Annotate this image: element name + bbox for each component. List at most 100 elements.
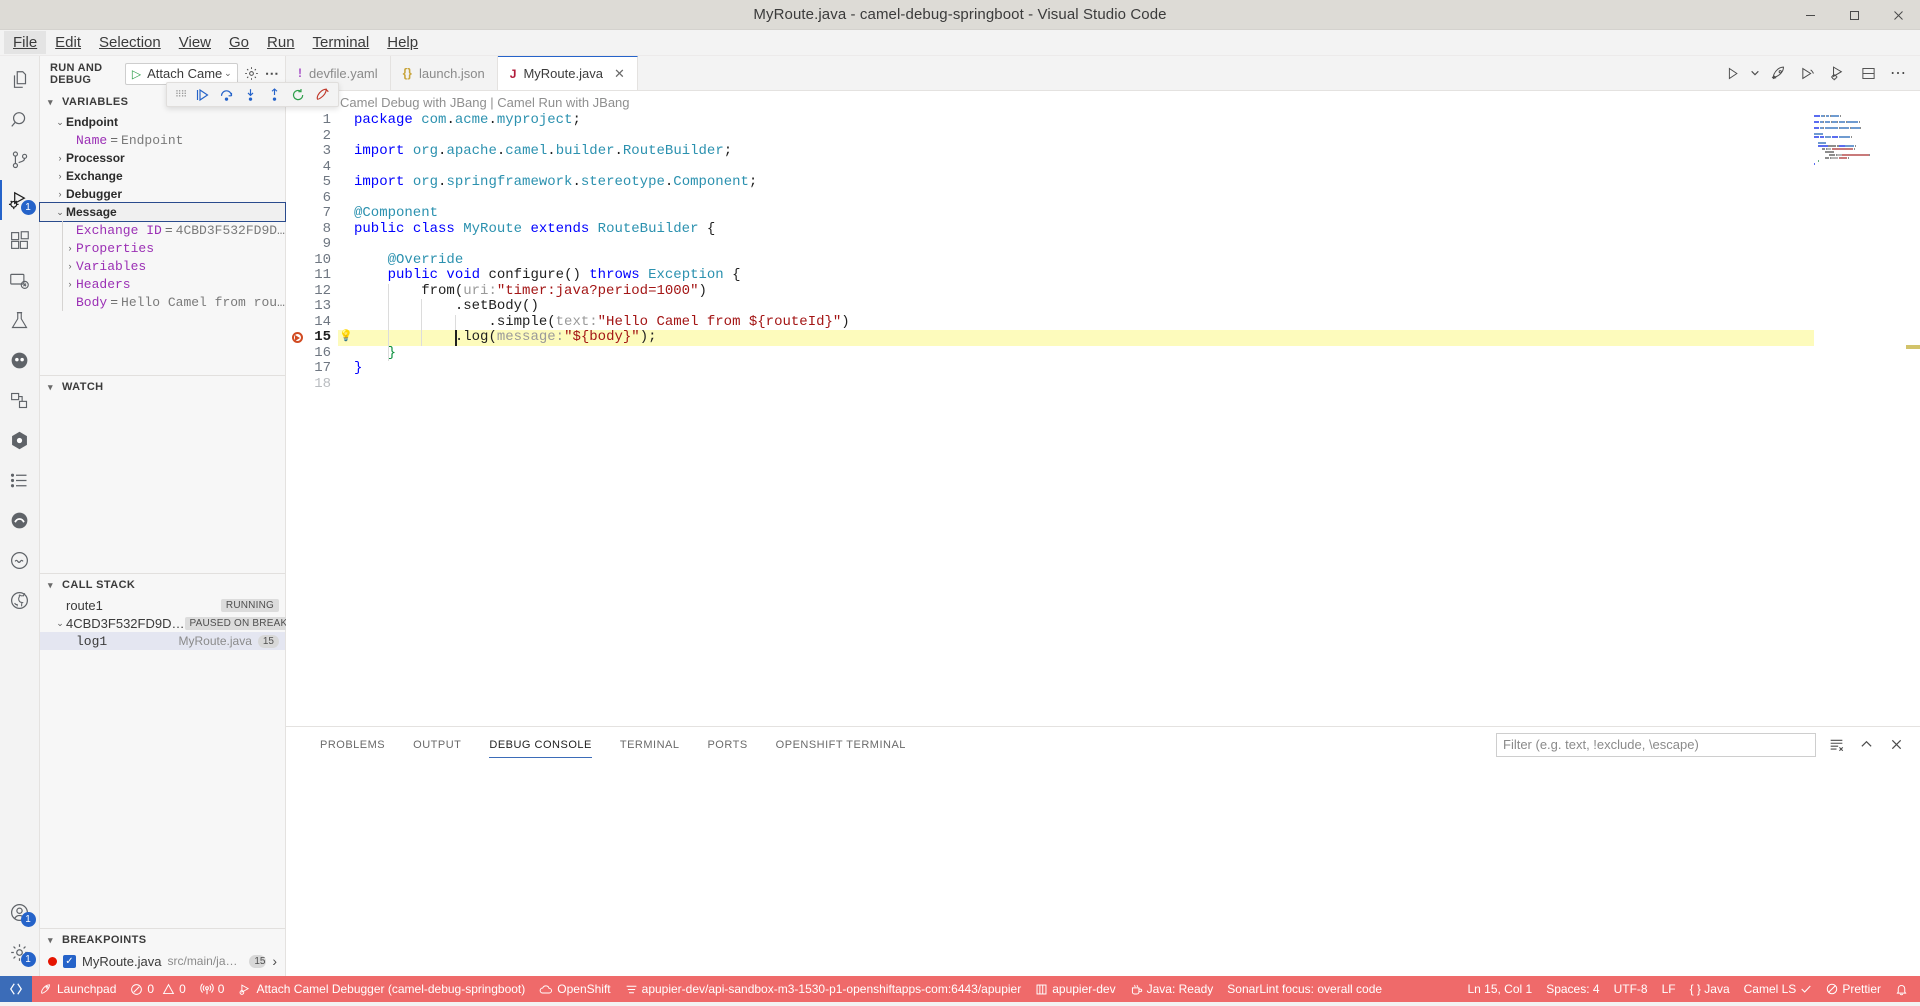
tab-ports[interactable]: PORTS xyxy=(693,727,761,762)
watch-section-header[interactable]: ▾ WATCH xyxy=(40,376,285,398)
glyph-margin-cell[interactable] xyxy=(286,299,308,315)
lightbulb-icon[interactable]: 💡 xyxy=(339,330,353,346)
menu-terminal[interactable]: Terminal xyxy=(304,31,379,54)
disconnect-button[interactable] xyxy=(315,88,330,102)
menu-selection[interactable]: Selection xyxy=(90,31,170,54)
glyph-margin-cell[interactable] xyxy=(286,237,308,253)
source-control-icon[interactable] xyxy=(0,140,40,180)
github-icon[interactable] xyxy=(0,580,40,620)
fold-cell[interactable] xyxy=(338,346,354,362)
encoding-status[interactable]: UTF-8 xyxy=(1607,976,1655,1002)
cursor-position[interactable]: Ln 15, Col 1 xyxy=(1460,976,1539,1002)
code-content[interactable]: package com.acme.myproject; import org.a… xyxy=(354,113,1920,726)
tab-output[interactable]: OUTPUT xyxy=(399,727,475,762)
debug-floating-toolbar[interactable]: ⠿⠿ xyxy=(166,82,339,107)
code-line[interactable]: from(uri:"timer:java?period=1000") xyxy=(354,284,1920,300)
chevron-right-icon[interactable]: › xyxy=(64,279,76,289)
callstack-section-header[interactable]: ▾ CALL STACK xyxy=(40,574,285,596)
copilot-icon[interactable] xyxy=(0,340,40,380)
glyph-margin-cell[interactable] xyxy=(286,113,308,129)
expand-breakpoints-icon[interactable]: › xyxy=(272,953,285,969)
fold-cell[interactable] xyxy=(338,377,354,393)
code-line[interactable]: .simple(text:"Hello Camel from ${routeId… xyxy=(354,315,1920,331)
run-button[interactable] xyxy=(1718,59,1746,87)
minimize-button[interactable] xyxy=(1788,0,1832,30)
openshift-icon[interactable] xyxy=(0,380,40,420)
glyph-margin-cell[interactable] xyxy=(286,253,308,269)
variable-row[interactable]: ›Processor xyxy=(40,149,285,167)
ports-status[interactable]: 0 xyxy=(193,976,232,1002)
fold-cell[interactable]: 💡 xyxy=(338,330,354,346)
code-line[interactable]: public void configure() throws Exception… xyxy=(354,268,1920,284)
glyph-margin-cell[interactable] xyxy=(286,315,308,331)
step-out-button[interactable] xyxy=(267,88,282,102)
glyph-margin-cell[interactable] xyxy=(286,191,308,207)
camel-ls-status[interactable]: Camel LS xyxy=(1737,976,1820,1002)
fold-cell[interactable] xyxy=(338,284,354,300)
code-line[interactable]: } xyxy=(354,361,1920,377)
java-status[interactable]: Java: Ready xyxy=(1123,976,1221,1002)
prettier-status[interactable]: Prettier xyxy=(1819,976,1888,1002)
more-actions-icon[interactable]: ⋯ xyxy=(1884,59,1912,87)
tab-terminal[interactable]: TERMINAL xyxy=(606,727,694,762)
chevron-right-icon[interactable]: › xyxy=(54,153,66,163)
filter-input[interactable]: Filter (e.g. text, !exclude, \escape) xyxy=(1496,733,1816,757)
menu-help[interactable]: Help xyxy=(378,31,427,54)
step-over-button[interactable] xyxy=(219,88,234,102)
code-line[interactable]: import org.springframework.stereotype.Co… xyxy=(354,175,1920,191)
glyph-margin-cell[interactable] xyxy=(286,284,308,300)
breakpoints-section-header[interactable]: ▾ BREAKPOINTS xyxy=(40,929,285,951)
glyph-margin-cell[interactable] xyxy=(286,330,308,346)
code-line[interactable]: @Override xyxy=(354,253,1920,269)
extensions-icon[interactable] xyxy=(0,220,40,260)
launchpad-status[interactable]: Launchpad xyxy=(32,976,123,1002)
restart-button[interactable] xyxy=(291,88,306,102)
cluster-status[interactable]: apupier-dev/api-sandbox-m3-1530-p1-opens… xyxy=(618,976,1029,1002)
call-stack-row[interactable]: route1RUNNING xyxy=(40,596,285,614)
kubernetes-icon[interactable] xyxy=(0,420,40,460)
fold-cell[interactable] xyxy=(338,175,354,191)
chevron-down-icon[interactable]: ⌄ xyxy=(54,207,66,218)
continue-button[interactable] xyxy=(195,88,210,102)
code-line[interactable]: import org.apache.camel.builder.RouteBui… xyxy=(354,144,1920,160)
code-line[interactable] xyxy=(354,237,1920,253)
camel-run-icon[interactable] xyxy=(1794,59,1822,87)
breakpoint-glyph-icon[interactable] xyxy=(292,332,303,343)
clear-console-icon[interactable] xyxy=(1826,735,1846,755)
call-stack-row[interactable]: log1MyRoute.java15 xyxy=(40,632,285,650)
breakpoint-gutter[interactable] xyxy=(286,113,308,726)
fold-gutter[interactable]: 💡 xyxy=(338,113,354,726)
variable-row[interactable]: ›Debugger xyxy=(40,185,285,203)
notifications-bell[interactable] xyxy=(1888,976,1920,1002)
glyph-margin-cell[interactable] xyxy=(286,144,308,160)
fold-cell[interactable] xyxy=(338,129,354,145)
fold-cell[interactable] xyxy=(338,315,354,331)
eol-status[interactable]: LF xyxy=(1655,976,1683,1002)
code-line[interactable]: @Component xyxy=(354,206,1920,222)
jbang-rocket-icon[interactable] xyxy=(1764,59,1792,87)
breakpoint-row[interactable]: ✓MyRoute.javasrc/main/java/com/ac…15› xyxy=(40,951,285,971)
code-area[interactable]: 123456789101112131415161718 💡 package co… xyxy=(286,113,1920,726)
smiley-icon[interactable] xyxy=(0,540,40,580)
breadcrumb[interactable]: Camel Debug with JBang | Camel Run with … xyxy=(286,91,1920,113)
step-into-button[interactable] xyxy=(243,88,258,102)
debug-session-status[interactable]: Attach Camel Debugger (camel-debug-sprin… xyxy=(231,976,532,1002)
glyph-margin-cell[interactable] xyxy=(286,268,308,284)
tab-debug-console[interactable]: DEBUG CONSOLE xyxy=(475,727,605,762)
fold-cell[interactable] xyxy=(338,191,354,207)
code-line[interactable] xyxy=(354,377,1920,393)
chevron-down-icon[interactable]: ⌄ xyxy=(54,117,66,128)
menu-go[interactable]: Go xyxy=(220,31,258,54)
chevron-right-icon[interactable]: › xyxy=(64,261,76,271)
variable-row[interactable]: ⌄Endpoint xyxy=(40,113,285,131)
sidebar-more-actions[interactable]: ⋯ xyxy=(265,65,279,82)
code-line[interactable]: .log(message:"${body}"); xyxy=(354,330,1920,346)
indentation-status[interactable]: Spaces: 4 xyxy=(1539,976,1606,1002)
glyph-margin-cell[interactable] xyxy=(286,175,308,191)
breakpoint-checkbox[interactable]: ✓ xyxy=(63,955,76,968)
variable-row[interactable]: Exchange ID=4CBD3F532FD9D7A-00… xyxy=(40,221,285,239)
close-panel-icon[interactable] xyxy=(1886,735,1906,755)
variable-row[interactable]: Name=Endpoint xyxy=(40,131,285,149)
tab-launch-json[interactable]: {} launch.json xyxy=(391,56,498,90)
editor-scrollbar[interactable] xyxy=(1906,113,1920,726)
